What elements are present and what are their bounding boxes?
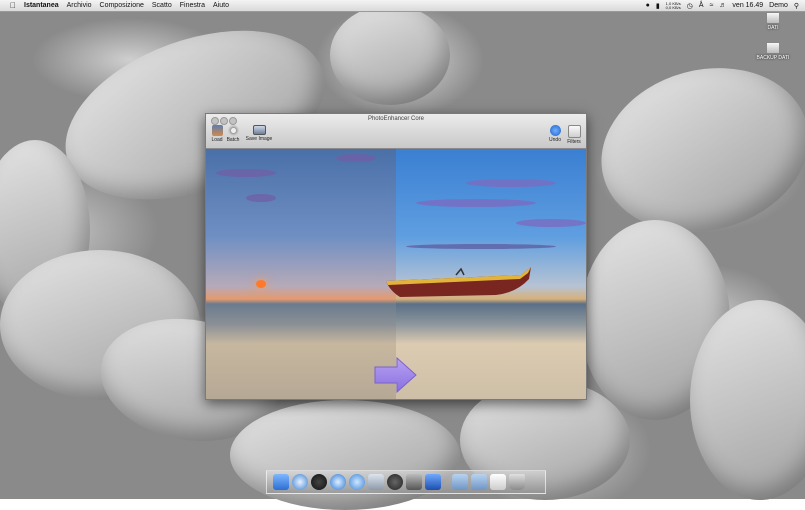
dashboard-icon[interactable] bbox=[311, 474, 327, 490]
save-image-label: Save Image bbox=[245, 136, 273, 142]
cloud bbox=[416, 199, 536, 207]
batch-button[interactable]: Batch bbox=[220, 125, 246, 143]
menu-app-name[interactable]: Istantanea bbox=[24, 2, 59, 9]
cloud bbox=[336, 154, 376, 162]
menu-aiuto[interactable]: Aiuto bbox=[213, 2, 229, 9]
batch-label: Batch bbox=[226, 137, 240, 143]
sun bbox=[256, 280, 266, 288]
clock[interactable]: ven 16.49 bbox=[732, 2, 763, 9]
spotlight-icon[interactable]: ⚲ bbox=[794, 2, 799, 10]
battery-icon[interactable]: ▮ bbox=[656, 2, 660, 10]
cloud bbox=[246, 194, 276, 202]
filters-icon bbox=[567, 125, 581, 138]
save-image-button[interactable]: Save Image bbox=[244, 125, 274, 142]
window-title: PhotoEnhancer Core bbox=[367, 116, 425, 122]
menu-composizione[interactable]: Composizione bbox=[100, 2, 144, 9]
original-image-half bbox=[206, 149, 396, 399]
user-name[interactable]: Demo bbox=[769, 2, 788, 9]
menu-archivio[interactable]: Archivio bbox=[67, 2, 92, 9]
bluetooth-icon[interactable]: Å bbox=[699, 2, 704, 9]
cloud bbox=[466, 179, 556, 187]
hard-drive-icon bbox=[766, 12, 780, 24]
time-machine-icon[interactable]: ◷ bbox=[687, 2, 693, 10]
window-titlebar[interactable]: PhotoEnhancer Core Load Batch Save Image… bbox=[206, 114, 586, 149]
menu-finestra[interactable]: Finestra bbox=[180, 2, 205, 9]
drive-label: DATI bbox=[767, 25, 779, 31]
undo-icon bbox=[549, 125, 561, 136]
camera-icon[interactable] bbox=[387, 474, 403, 490]
menu-scatto[interactable]: Scatto bbox=[152, 2, 172, 9]
preview-icon[interactable] bbox=[368, 474, 384, 490]
cloud bbox=[516, 219, 586, 227]
net-download: 0,0 KB/s bbox=[665, 4, 681, 10]
status-icon[interactable]: ● bbox=[646, 2, 650, 9]
network-monitor[interactable]: 1,0 KB/s 0,0 KB/s bbox=[665, 1, 681, 10]
volume-icon[interactable]: ♬ bbox=[719, 2, 726, 9]
monitor-icon bbox=[252, 125, 266, 135]
hard-drive-icon bbox=[766, 42, 780, 54]
mail-icon[interactable] bbox=[292, 474, 308, 490]
cloud bbox=[406, 244, 556, 249]
filters-label: Filters bbox=[567, 139, 581, 145]
dock bbox=[266, 470, 546, 494]
folder-icon[interactable] bbox=[452, 474, 468, 490]
pebble bbox=[582, 45, 805, 255]
photo-enhancer-window: PhotoEnhancer Core Load Batch Save Image… bbox=[205, 113, 587, 400]
photo-icon[interactable] bbox=[406, 474, 422, 490]
gear-icon bbox=[227, 125, 239, 136]
filters-button[interactable]: Filters bbox=[561, 125, 587, 145]
compare-arrow-icon[interactable] bbox=[373, 357, 418, 393]
finder-icon[interactable] bbox=[273, 474, 289, 490]
photo-canvas[interactable] bbox=[206, 149, 586, 399]
pebble bbox=[330, 5, 450, 105]
xcode-icon[interactable] bbox=[425, 474, 441, 490]
desktop-drive-backup[interactable]: BACKUP DATI bbox=[748, 42, 798, 61]
drive-label: BACKUP DATI bbox=[756, 55, 790, 61]
document-icon[interactable] bbox=[490, 474, 506, 490]
safari-icon[interactable] bbox=[330, 474, 346, 490]
menu-bar:  Istantanea Archivio Composizione Scatt… bbox=[0, 0, 805, 12]
trash-icon[interactable] bbox=[509, 474, 525, 490]
desktop-drive-dati[interactable]: DATI bbox=[748, 12, 798, 31]
itunes-icon[interactable] bbox=[349, 474, 365, 490]
wifi-icon[interactable]: ≈ bbox=[710, 2, 714, 9]
boat bbox=[386, 267, 531, 297]
apple-icon[interactable]:  bbox=[10, 1, 16, 10]
folder-icon[interactable] bbox=[471, 474, 487, 490]
cloud bbox=[216, 169, 276, 177]
